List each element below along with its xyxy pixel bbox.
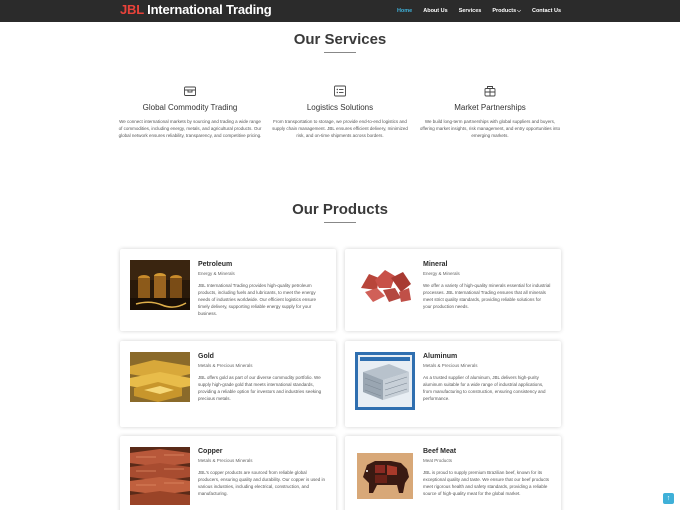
products-heading-rule — [324, 222, 356, 223]
list-icon — [334, 85, 346, 97]
product-category: Metals & Precious Minerals — [198, 363, 253, 368]
product-image-gold — [130, 352, 190, 402]
product-image-copper — [130, 447, 190, 505]
product-card-petroleum[interactable]: Petroleum Energy & Minerals JBL Internat… — [120, 249, 336, 331]
product-card-beef-meat[interactable]: Beef Meat Meat Products JBL is proud to … — [345, 436, 561, 510]
service-global-commodity-trading: Global Commodity Trading We connect inte… — [118, 84, 262, 139]
service-title: Global Commodity Trading — [142, 103, 238, 112]
product-category: Metals & Precious Minerals — [198, 458, 253, 463]
product-category: Meat Products — [423, 458, 453, 463]
brand-name: International Trading — [147, 2, 272, 17]
service-market-partnerships: Market Partnerships We build long-term p… — [418, 84, 562, 139]
product-name: Petroleum — [198, 261, 233, 268]
nav-products-label: Products — [492, 8, 517, 14]
arrow-up-icon: ↑ — [666, 495, 671, 502]
product-description: We offer a variety of high-quality miner… — [423, 283, 551, 309]
product-card-aluminum[interactable]: Aluminum Metals & Precious Minerals As a… — [345, 341, 561, 427]
nav-products[interactable]: Products⌵ — [492, 8, 521, 14]
product-card-mineral[interactable]: Mineral Energy & Minerals We offer a var… — [345, 249, 561, 331]
product-name: Mineral — [423, 261, 448, 268]
product-category: Energy & Minerals — [198, 271, 235, 276]
nav-contact-us[interactable]: Contact Us — [532, 8, 561, 14]
product-image-petroleum — [130, 260, 190, 310]
product-name: Gold — [198, 353, 214, 360]
product-name: Aluminum — [423, 353, 458, 360]
service-description: We connect international markets by sour… — [118, 119, 262, 138]
service-logistics-solutions: Logistics Solutions From transportation … — [268, 84, 412, 139]
product-category: Metals & Precious Minerals — [423, 363, 478, 368]
nav-services[interactable]: Services — [459, 8, 482, 14]
service-title: Logistics Solutions — [306, 103, 374, 112]
product-image-beef-meat — [355, 447, 415, 505]
product-card-gold[interactable]: Gold Metals & Precious Minerals JBL offe… — [120, 341, 336, 427]
product-card-copper[interactable]: Copper Metals & Precious Minerals JBL's … — [120, 436, 336, 510]
nav-about-us[interactable]: About Us — [423, 8, 447, 14]
service-description: We build long-term partnerships with glo… — [419, 119, 561, 138]
back-to-top-button[interactable]: ↑ — [663, 493, 674, 504]
product-description: JBL offers gold as part of our diverse c… — [198, 375, 322, 401]
product-image-aluminum — [355, 352, 415, 410]
product-category: Energy & Minerals — [423, 271, 460, 276]
handshake-icon — [484, 86, 496, 97]
main-nav: Home About Us Services Products⌵ Contact… — [397, 8, 561, 14]
brand-accent: JBL — [120, 2, 144, 17]
product-name: Beef Meat — [423, 448, 457, 455]
product-description: JBL International Trading provides high-… — [198, 283, 316, 316]
services-heading-rule — [324, 52, 356, 53]
package-icon — [184, 86, 196, 96]
top-navbar: JBL International Trading Home About Us … — [0, 0, 680, 22]
product-name: Copper — [198, 448, 223, 455]
brand-logo[interactable]: JBL International Trading — [120, 2, 272, 17]
product-description: JBL's copper products are sourced from r… — [198, 470, 325, 496]
nav-home[interactable]: Home — [397, 8, 412, 14]
product-image-mineral — [355, 260, 415, 310]
service-description: From transportation to storage, we provi… — [272, 119, 408, 138]
services-heading: Our Services — [293, 31, 387, 48]
service-title: Market Partnerships — [454, 103, 526, 112]
product-description: JBL is proud to supply premium Brazilian… — [423, 470, 549, 496]
product-description: As a trusted supplier of aluminum, JBL d… — [423, 375, 546, 401]
chevron-down-icon: ⌵ — [517, 8, 521, 14]
products-heading: Our Products — [292, 201, 388, 218]
